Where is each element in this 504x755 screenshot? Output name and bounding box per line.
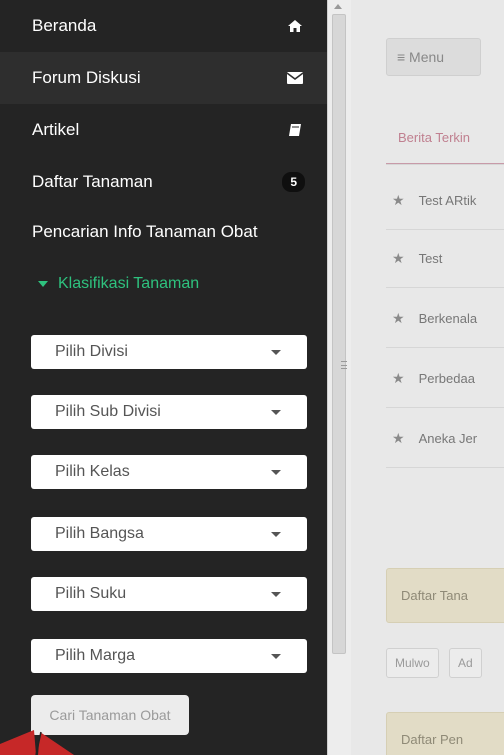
klasifikasi-label: Klasifikasi Tanaman: [58, 275, 200, 292]
sidebar: Beranda Forum Diskusi Artikel Daftar Tan…: [0, 0, 327, 755]
select-suku[interactable]: Pilih Suku: [31, 577, 307, 611]
chevron-down-icon: [271, 409, 281, 415]
select-value: Pilih Divisi: [55, 343, 128, 360]
sidebar-item-daftar-tanaman[interactable]: Daftar Tanaman 5: [0, 156, 327, 208]
news-title: Berkenala: [418, 311, 478, 326]
star-icon: ★: [392, 310, 405, 326]
menu-button[interactable]: ≡ Menu: [386, 38, 481, 76]
count-badge: 5: [282, 172, 305, 192]
select-sub-divisi[interactable]: Pilih Sub Divisi: [31, 395, 307, 429]
watermark-logo: [0, 730, 74, 755]
main-content: ≡ Menu Berita Terkin ★ Test ARtik ★ Test…: [351, 0, 504, 755]
caret-down-icon: [38, 281, 48, 287]
news-title: Test: [418, 251, 443, 266]
star-icon: ★: [392, 192, 405, 208]
sidebar-scrollbar[interactable]: [327, 0, 351, 755]
plant-chip[interactable]: Mulwo: [386, 648, 439, 678]
sidebar-item-label: Daftar Tanaman: [32, 172, 153, 191]
news-title: Aneka Jer: [418, 431, 478, 446]
chevron-down-icon: [271, 349, 281, 355]
sidebar-item-label: Artikel: [32, 120, 80, 139]
star-icon: ★: [392, 250, 405, 266]
chevron-down-icon: [271, 469, 281, 475]
scroll-up-icon[interactable]: [334, 4, 342, 9]
home-icon: [285, 19, 305, 33]
book-icon: [285, 123, 305, 137]
select-value: Pilih Marga: [55, 647, 136, 664]
list-item[interactable]: ★ Aneka Jer: [386, 410, 504, 468]
sidebar-item-label: Forum Diskusi: [32, 68, 141, 87]
select-divisi[interactable]: Pilih Divisi: [31, 335, 307, 369]
sidebar-item-beranda[interactable]: Beranda: [0, 0, 327, 52]
grip-icon: [341, 361, 347, 369]
news-title: Perbedaa: [418, 371, 475, 386]
sidebar-item-label: Beranda: [32, 16, 97, 35]
chevron-down-icon: [271, 591, 281, 597]
chevron-down-icon: [271, 531, 281, 537]
select-value: Pilih Kelas: [55, 463, 130, 480]
star-icon: ★: [392, 430, 405, 446]
select-value: Pilih Bangsa: [55, 525, 144, 542]
list-item[interactable]: ★ Berkenala: [386, 290, 504, 348]
search-section-title: Pencarian Info Tanaman Obat: [32, 222, 258, 241]
klasifikasi-toggle[interactable]: Klasifikasi Tanaman: [0, 260, 327, 298]
list-item[interactable]: ★ Test ARtik: [386, 172, 504, 230]
list-item[interactable]: ★ Perbedaa: [386, 350, 504, 408]
daftar-tanaman-panel: Daftar Tana: [386, 568, 504, 623]
select-bangsa[interactable]: Pilih Bangsa: [31, 517, 307, 551]
list-item[interactable]: ★ Test: [386, 230, 504, 288]
tab-berita-terkini[interactable]: Berita Terkin: [386, 130, 504, 165]
scrollbar-thumb[interactable]: [332, 14, 347, 654]
plant-chip[interactable]: Ad: [449, 648, 482, 678]
daftar-pen-panel: Daftar Pen: [386, 712, 504, 755]
select-marga[interactable]: Pilih Marga: [31, 639, 307, 673]
chevron-down-icon: [271, 653, 281, 659]
sidebar-item-forum-diskusi[interactable]: Forum Diskusi: [0, 52, 327, 104]
star-icon: ★: [392, 370, 405, 386]
news-title: Test ARtik: [418, 193, 477, 208]
select-kelas[interactable]: Pilih Kelas: [31, 455, 307, 489]
sidebar-item-artikel[interactable]: Artikel: [0, 104, 327, 156]
envelope-icon: [285, 72, 305, 84]
select-value: Pilih Suku: [55, 585, 127, 602]
select-value: Pilih Sub Divisi: [55, 403, 161, 420]
tabs-divider: [386, 164, 504, 165]
